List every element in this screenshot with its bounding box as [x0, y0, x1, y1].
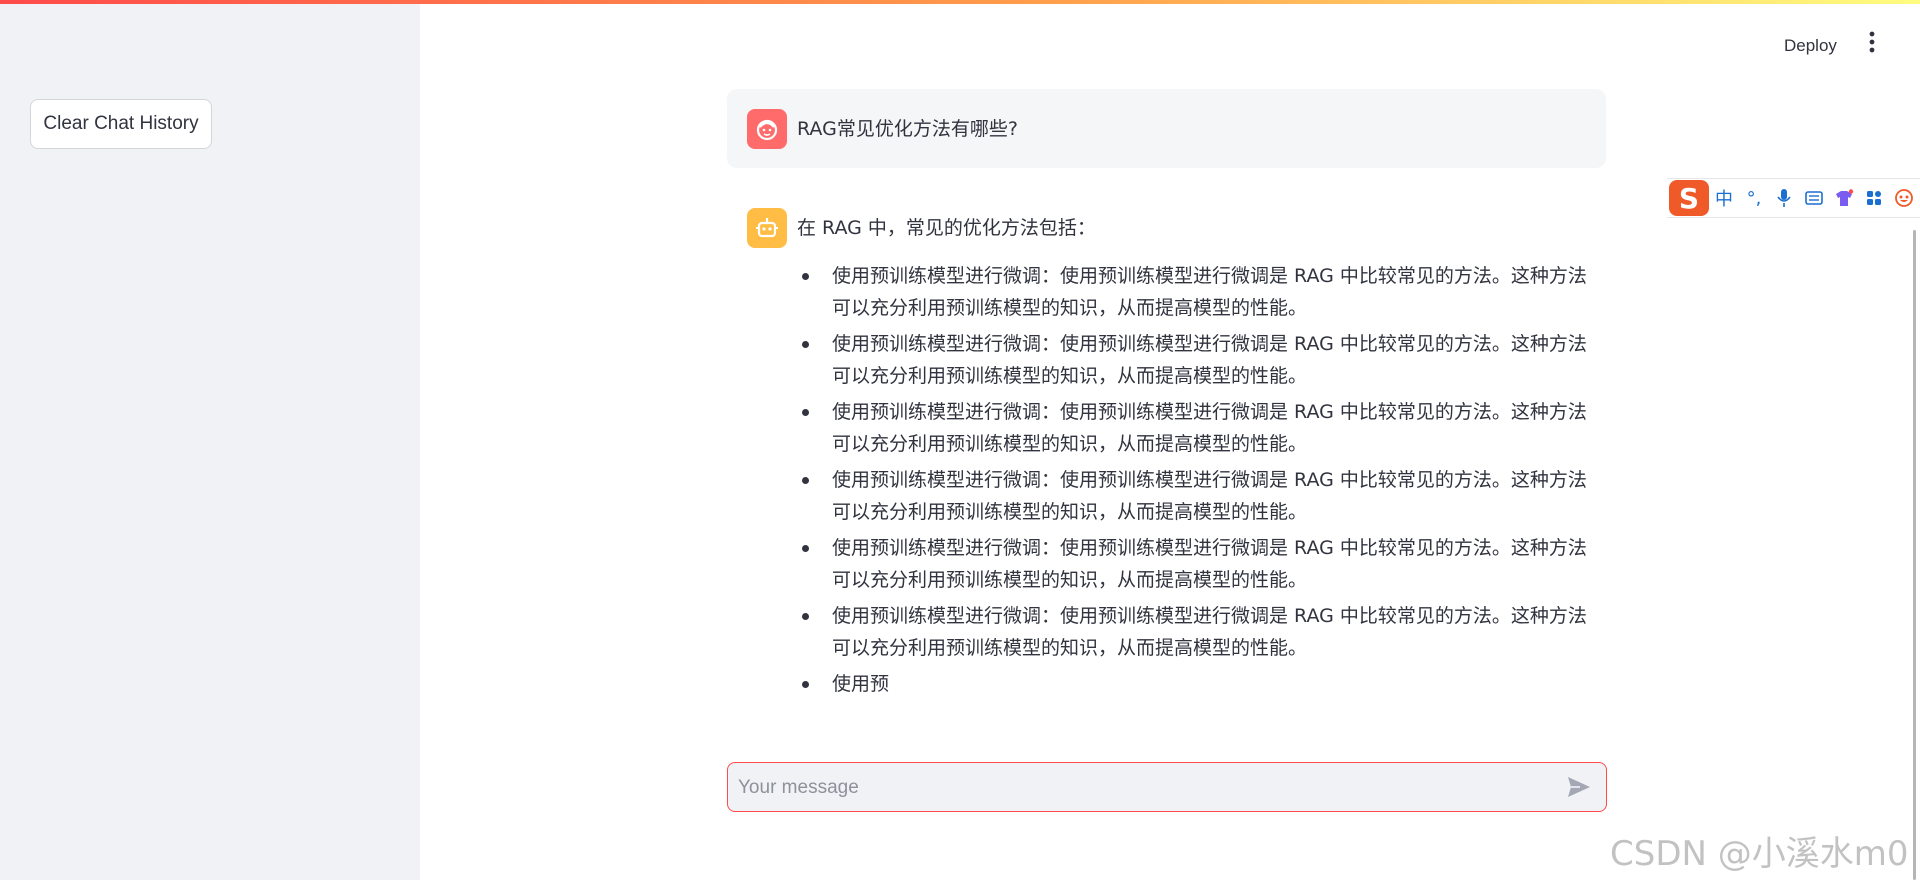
- vertical-ellipsis-icon: [1869, 31, 1875, 53]
- list-item-text: 使用预训练模型进行微调：使用预训练模型进行微调是 RAG 中比较常见的方法。这种…: [832, 333, 1587, 387]
- skin-icon[interactable]: [1829, 183, 1859, 213]
- ime-toolbar: S 中 °,: [1667, 178, 1920, 218]
- list-item-text: 使用预训练模型进行微调：使用预训练模型进行微调是 RAG 中比较常见的方法。这种…: [832, 605, 1587, 659]
- bullet-dot: [802, 409, 809, 416]
- list-item: 使用预训练模型进行微调：使用预训练模型进行微调是 RAG 中比较常见的方法。这种…: [802, 328, 1602, 392]
- list-item: 使用预训练模型进行微调：使用预训练模型进行微调是 RAG 中比较常见的方法。这种…: [802, 464, 1602, 528]
- list-item-text: 使用预训练模型进行微调：使用预训练模型进行微调是 RAG 中比较常见的方法。这种…: [832, 469, 1587, 523]
- list-item-text: 使用预训练模型进行微调：使用预训练模型进行微调是 RAG 中比较常见的方法。这种…: [832, 537, 1587, 591]
- ime-mode-toggle[interactable]: 中: [1709, 183, 1739, 213]
- bullet-dot: [802, 273, 809, 280]
- bullet-dot: [802, 545, 809, 552]
- ime-logo[interactable]: S: [1669, 180, 1709, 216]
- deploy-button[interactable]: Deploy: [1772, 30, 1849, 62]
- chat-message-input[interactable]: [738, 771, 1538, 805]
- list-item: 使用预训练模型进行微调：使用预训练模型进行微调是 RAG 中比较常见的方法。这种…: [802, 532, 1602, 596]
- scrollbar-thumb[interactable]: [1913, 230, 1916, 880]
- sidebar: Clear Chat History: [0, 0, 420, 880]
- main-menu-button[interactable]: [1858, 30, 1886, 62]
- ime-punctuation-toggle[interactable]: °,: [1739, 183, 1769, 213]
- bullet-dot: [802, 613, 809, 620]
- user-avatar: [747, 109, 787, 149]
- list-item-text: 使用预训练模型进行微调：使用预训练模型进行微调是 RAG 中比较常见的方法。这种…: [832, 265, 1587, 319]
- bullet-dot: [802, 477, 809, 484]
- list-item: 使用预训练模型进行微调：使用预训练模型进行微调是 RAG 中比较常见的方法。这种…: [802, 600, 1602, 664]
- keyboard-icon[interactable]: [1799, 183, 1829, 213]
- bullet-dot: [802, 681, 809, 688]
- assistant-intro-text: 在 RAG 中，常见的优化方法包括：: [797, 217, 1096, 239]
- list-item: 使用预训练模型进行微调：使用预训练模型进行微调是 RAG 中比较常见的方法。这种…: [802, 396, 1602, 460]
- bullet-dot: [802, 341, 809, 348]
- clear-chat-history-button[interactable]: Clear Chat History: [30, 99, 212, 149]
- watermark-text: CSDN @小溪水m0: [1610, 834, 1909, 874]
- send-icon: [1568, 776, 1590, 797]
- user-message-text: RAG常见优化方法有哪些?: [797, 118, 1018, 140]
- emoji-icon[interactable]: [1889, 183, 1919, 213]
- microphone-icon[interactable]: [1769, 183, 1799, 213]
- robot-icon: [756, 218, 778, 238]
- apps-icon[interactable]: [1859, 183, 1889, 213]
- list-item-text: 使用预训练模型进行微调：使用预训练模型进行微调是 RAG 中比较常见的方法。这种…: [832, 401, 1587, 455]
- user-face-icon: [756, 119, 778, 141]
- assistant-avatar: [747, 208, 787, 248]
- assistant-answer-list: 使用预训练模型进行微调：使用预训练模型进行微调是 RAG 中比较常见的方法。这种…: [802, 260, 1602, 704]
- list-item: 使用预: [802, 668, 1602, 700]
- list-item: 使用预训练模型进行微调：使用预训练模型进行微调是 RAG 中比较常见的方法。这种…: [802, 260, 1602, 324]
- send-button[interactable]: [1564, 774, 1594, 802]
- assistant-chat-message: 在 RAG 中，常见的优化方法包括： 使用预训练模型进行微调：使用预训练模型进行…: [727, 196, 1606, 716]
- list-item-text: 使用预: [832, 673, 890, 695]
- chat-input-container: [727, 762, 1607, 812]
- user-chat-message: RAG常见优化方法有哪些?: [727, 89, 1606, 168]
- top-decoration-stripe: [0, 0, 1920, 4]
